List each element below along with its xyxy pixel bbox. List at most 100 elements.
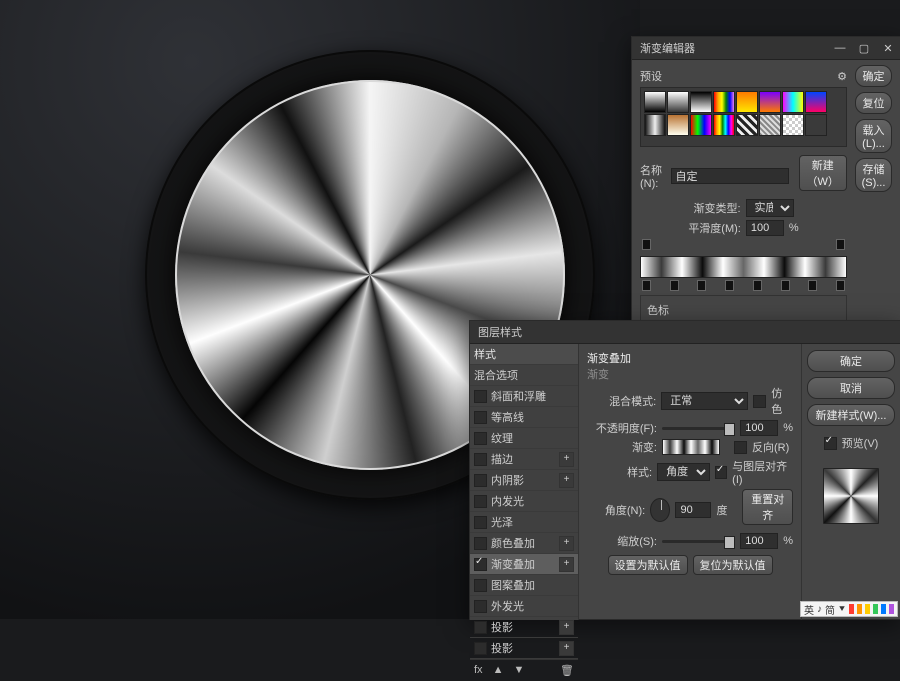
scale-slider[interactable]: [662, 540, 735, 543]
align-checkbox[interactable]: [715, 466, 727, 479]
effect-item[interactable]: 投影+: [470, 638, 578, 659]
preset-swatch[interactable]: [759, 91, 781, 113]
ok-button[interactable]: 确定: [807, 350, 895, 372]
preset-swatch[interactable]: [805, 91, 827, 113]
effect-checkbox[interactable]: [474, 537, 487, 550]
effect-item[interactable]: 描边+: [470, 449, 578, 470]
add-effect-icon[interactable]: +: [559, 620, 574, 635]
reset-default-button[interactable]: 复位为默认值: [693, 555, 773, 575]
effect-item[interactable]: 纹理: [470, 428, 578, 449]
preset-swatch[interactable]: [805, 114, 827, 136]
add-effect-icon[interactable]: +: [559, 557, 574, 572]
ime-menu-icon[interactable]: ⯆: [838, 604, 846, 615]
opacity-stop[interactable]: [642, 239, 651, 250]
effect-item[interactable]: 内发光: [470, 491, 578, 512]
effect-checkbox[interactable]: [474, 474, 487, 487]
effect-item[interactable]: 图案叠加: [470, 575, 578, 596]
color-stop[interactable]: [808, 280, 817, 291]
color-stop[interactable]: [670, 280, 679, 291]
preset-swatch[interactable]: [782, 114, 804, 136]
preset-swatch[interactable]: [644, 91, 666, 113]
add-effect-icon[interactable]: +: [559, 641, 574, 656]
load-button[interactable]: 载入(L)...: [855, 119, 892, 153]
gear-icon[interactable]: ⚙: [837, 70, 847, 83]
reverse-checkbox[interactable]: [734, 441, 747, 454]
reset-button[interactable]: 复位: [855, 92, 892, 114]
preset-swatch[interactable]: [736, 114, 758, 136]
ime-lang[interactable]: 英: [804, 602, 814, 617]
scale-input[interactable]: [740, 533, 778, 549]
preset-swatch[interactable]: [782, 91, 804, 113]
ime-status-bar[interactable]: 英 ♪ 简 ⯆: [800, 601, 898, 617]
effect-checkbox[interactable]: [474, 516, 487, 529]
add-effect-icon[interactable]: +: [559, 473, 574, 488]
minimize-icon[interactable]: —: [828, 42, 852, 54]
ime-script[interactable]: 简: [825, 602, 835, 617]
save-button[interactable]: 存储(S)...: [855, 158, 892, 192]
effect-checkbox[interactable]: [474, 642, 487, 655]
blending-options-item[interactable]: 混合选项: [470, 365, 578, 386]
move-up-icon[interactable]: ▲: [493, 664, 504, 677]
gradient-style-select[interactable]: 角度: [657, 463, 710, 481]
trash-icon[interactable]: 🗑: [560, 664, 574, 677]
angle-wheel[interactable]: [650, 498, 670, 522]
angle-input[interactable]: [675, 502, 711, 518]
effect-item[interactable]: 投影+: [470, 617, 578, 638]
smoothness-input[interactable]: [746, 220, 784, 236]
effect-checkbox[interactable]: [474, 621, 487, 634]
ime-mode[interactable]: ♪: [817, 604, 822, 615]
preview-checkbox[interactable]: [824, 437, 837, 450]
gradient-editor-titlebar[interactable]: 渐变编辑器 — ▢ ✕: [632, 37, 900, 60]
effect-checkbox[interactable]: [474, 432, 487, 445]
dither-checkbox[interactable]: [753, 395, 766, 408]
add-effect-icon[interactable]: +: [559, 452, 574, 467]
move-down-icon[interactable]: ▼: [513, 664, 524, 677]
preset-swatch[interactable]: [690, 91, 712, 113]
effect-item[interactable]: 渐变叠加+: [470, 554, 578, 575]
color-stop[interactable]: [642, 280, 651, 291]
cancel-button[interactable]: 取消: [807, 377, 895, 399]
new-style-button[interactable]: 新建样式(W)...: [807, 404, 895, 426]
opacity-input[interactable]: [740, 420, 778, 436]
gradient-name-input[interactable]: [671, 168, 789, 184]
color-stop[interactable]: [836, 280, 845, 291]
preset-swatch[interactable]: [736, 91, 758, 113]
fx-menu-icon[interactable]: fx: [474, 664, 483, 677]
gradient-picker[interactable]: [662, 439, 720, 455]
make-default-button[interactable]: 设置为默认值: [608, 555, 688, 575]
styles-header[interactable]: 样式: [470, 344, 578, 365]
maximize-icon[interactable]: ▢: [852, 42, 876, 55]
color-stop[interactable]: [725, 280, 734, 291]
effect-checkbox[interactable]: [474, 411, 487, 424]
gradient-type-select[interactable]: 实底: [746, 199, 794, 217]
effect-checkbox[interactable]: [474, 495, 487, 508]
color-stop[interactable]: [697, 280, 706, 291]
effect-item[interactable]: 内阴影+: [470, 470, 578, 491]
new-gradient-button[interactable]: 新建（W）: [799, 155, 847, 191]
ok-button[interactable]: 确定: [855, 65, 892, 87]
close-icon[interactable]: ✕: [876, 42, 900, 55]
preset-swatch[interactable]: [667, 114, 689, 136]
opacity-stop[interactable]: [836, 239, 845, 250]
color-stop[interactable]: [781, 280, 790, 291]
gradient-bar[interactable]: [640, 256, 847, 278]
preset-swatch[interactable]: [759, 114, 781, 136]
effect-checkbox[interactable]: [474, 453, 487, 466]
preset-swatch[interactable]: [690, 114, 712, 136]
presets-grid[interactable]: [640, 87, 847, 147]
color-stop[interactable]: [753, 280, 762, 291]
effect-item[interactable]: 颜色叠加+: [470, 533, 578, 554]
color-stops-row[interactable]: [640, 280, 847, 291]
effect-checkbox[interactable]: [474, 600, 487, 613]
preset-swatch[interactable]: [713, 114, 735, 136]
effect-item[interactable]: 斜面和浮雕: [470, 386, 578, 407]
opacity-stops-row[interactable]: [640, 239, 847, 250]
effect-item[interactable]: 光泽: [470, 512, 578, 533]
add-effect-icon[interactable]: +: [559, 536, 574, 551]
effect-checkbox[interactable]: [474, 390, 487, 403]
effect-checkbox[interactable]: [474, 558, 487, 571]
layer-style-titlebar[interactable]: 图层样式: [470, 321, 900, 344]
preset-swatch[interactable]: [667, 91, 689, 113]
blend-mode-select[interactable]: 正常: [661, 392, 748, 410]
effect-item[interactable]: 外发光: [470, 596, 578, 617]
